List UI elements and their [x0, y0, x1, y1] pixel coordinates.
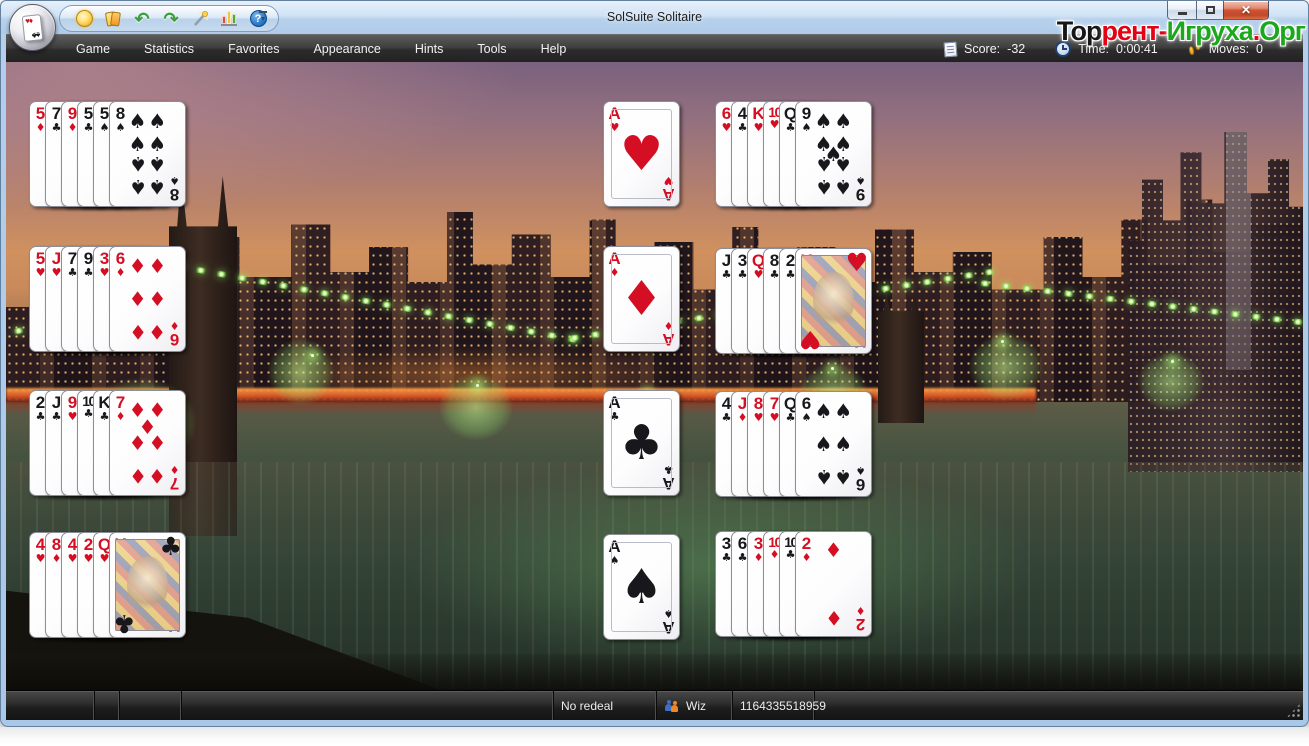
menu-item-tools[interactable]: Tools: [475, 39, 508, 59]
player-icon: [664, 699, 680, 713]
score-notepad-icon: [944, 41, 958, 57]
card-A♠[interactable]: A♠A♠♠: [603, 534, 680, 640]
undo-button[interactable]: ↶: [132, 9, 152, 29]
watermark-part: рент-: [1102, 16, 1167, 46]
card-K♥[interactable]: K♥K♥♥♥: [795, 248, 872, 354]
redo-button[interactable]: ↷: [161, 9, 181, 29]
menu-item-statistics[interactable]: Statistics: [142, 39, 196, 59]
score-value: -32: [1007, 42, 1025, 56]
sun-icon: [76, 10, 93, 27]
status-game-number: 1164335518959: [732, 691, 814, 720]
desktop-background: [0, 727, 1309, 746]
maximize-icon: [1206, 6, 1215, 14]
select-game-cards-icon[interactable]: [103, 9, 123, 29]
app-window: SolSuite Solitaire ↶ ↷ ? ▼: [0, 0, 1309, 727]
undo-icon: ↶: [134, 10, 149, 28]
score-label: Score:: [964, 42, 1000, 56]
watermark-part: Тор: [1057, 16, 1102, 46]
menu-item-help[interactable]: Help: [539, 39, 569, 59]
toolbar-overflow-button[interactable]: ▼: [256, 11, 270, 23]
magic-wand-button[interactable]: [190, 9, 210, 29]
close-icon: ✕: [1241, 3, 1251, 17]
status-panel: [94, 691, 119, 720]
app-logo-button[interactable]: ♥♦♠♣: [9, 4, 56, 51]
redo-icon: ↷: [163, 10, 178, 28]
status-panel: [119, 691, 181, 720]
menu-item-game[interactable]: Game: [74, 39, 112, 59]
card-2♦[interactable]: 2♦2♦♦♦: [795, 531, 872, 637]
status-panel: [181, 691, 553, 720]
menu-item-appearance[interactable]: Appearance: [311, 39, 382, 59]
watermark-torrent-igruha: Торрент-Игруха.Орг: [1057, 16, 1305, 47]
magic-wand-icon: [191, 10, 209, 28]
status-redeal: No redeal: [553, 691, 656, 720]
card-7♦[interactable]: 7♦7♦♦♦♦♦♦♦♦: [109, 390, 186, 496]
statistics-button[interactable]: [219, 9, 239, 29]
quick-access-toolbar: ↶ ↷ ?: [59, 5, 279, 32]
bridge-tower-right: [878, 293, 924, 423]
status-bar: No redeal Wiz 1164335518959: [6, 690, 1303, 720]
new-game-sun-icon[interactable]: [74, 9, 94, 29]
game-table[interactable]: 5♦7♣9♦5♣5♠8♠8♠♠♠♠♠♠♠♠♠ 5♥J♥7♣9♣3♥6♦6♦♦♦♦…: [6, 62, 1303, 692]
card-6♠[interactable]: 6♠6♠♠♠♠♠♠♠: [795, 391, 872, 497]
card-A♦[interactable]: A♦A♦♦: [603, 246, 680, 352]
card-9♠[interactable]: 9♠9♠♠♠♠♠♠♠♠♠♠: [795, 101, 872, 207]
watermark-part: Игруха: [1167, 16, 1253, 46]
menu-items: Game Statistics Favorites Appearance Hints To…: [6, 39, 568, 59]
card-K♣[interactable]: K♣K♣♣♣: [109, 532, 186, 638]
card-A♥[interactable]: A♥A♥♥: [603, 101, 680, 207]
minimize-icon: [1178, 12, 1187, 15]
chevron-down-icon: ▼: [260, 16, 267, 23]
cards-icon: [104, 10, 122, 28]
card-A♣[interactable]: A♣A♣♣: [603, 390, 680, 496]
watermark-part: Орг: [1259, 16, 1305, 46]
card-8♠[interactable]: 8♠8♠♠♠♠♠♠♠♠♠: [109, 101, 186, 207]
logo-playing-card: ♥♦♠♣: [22, 14, 44, 42]
card-6♦[interactable]: 6♦6♦♦♦♦♦♦♦: [109, 246, 186, 352]
status-player: Wiz: [656, 691, 732, 720]
statistics-chart-icon: [221, 11, 237, 26]
menu-item-favorites[interactable]: Favorites: [226, 39, 281, 59]
menu-item-hints[interactable]: Hints: [413, 39, 445, 59]
status-panel: [6, 691, 94, 720]
